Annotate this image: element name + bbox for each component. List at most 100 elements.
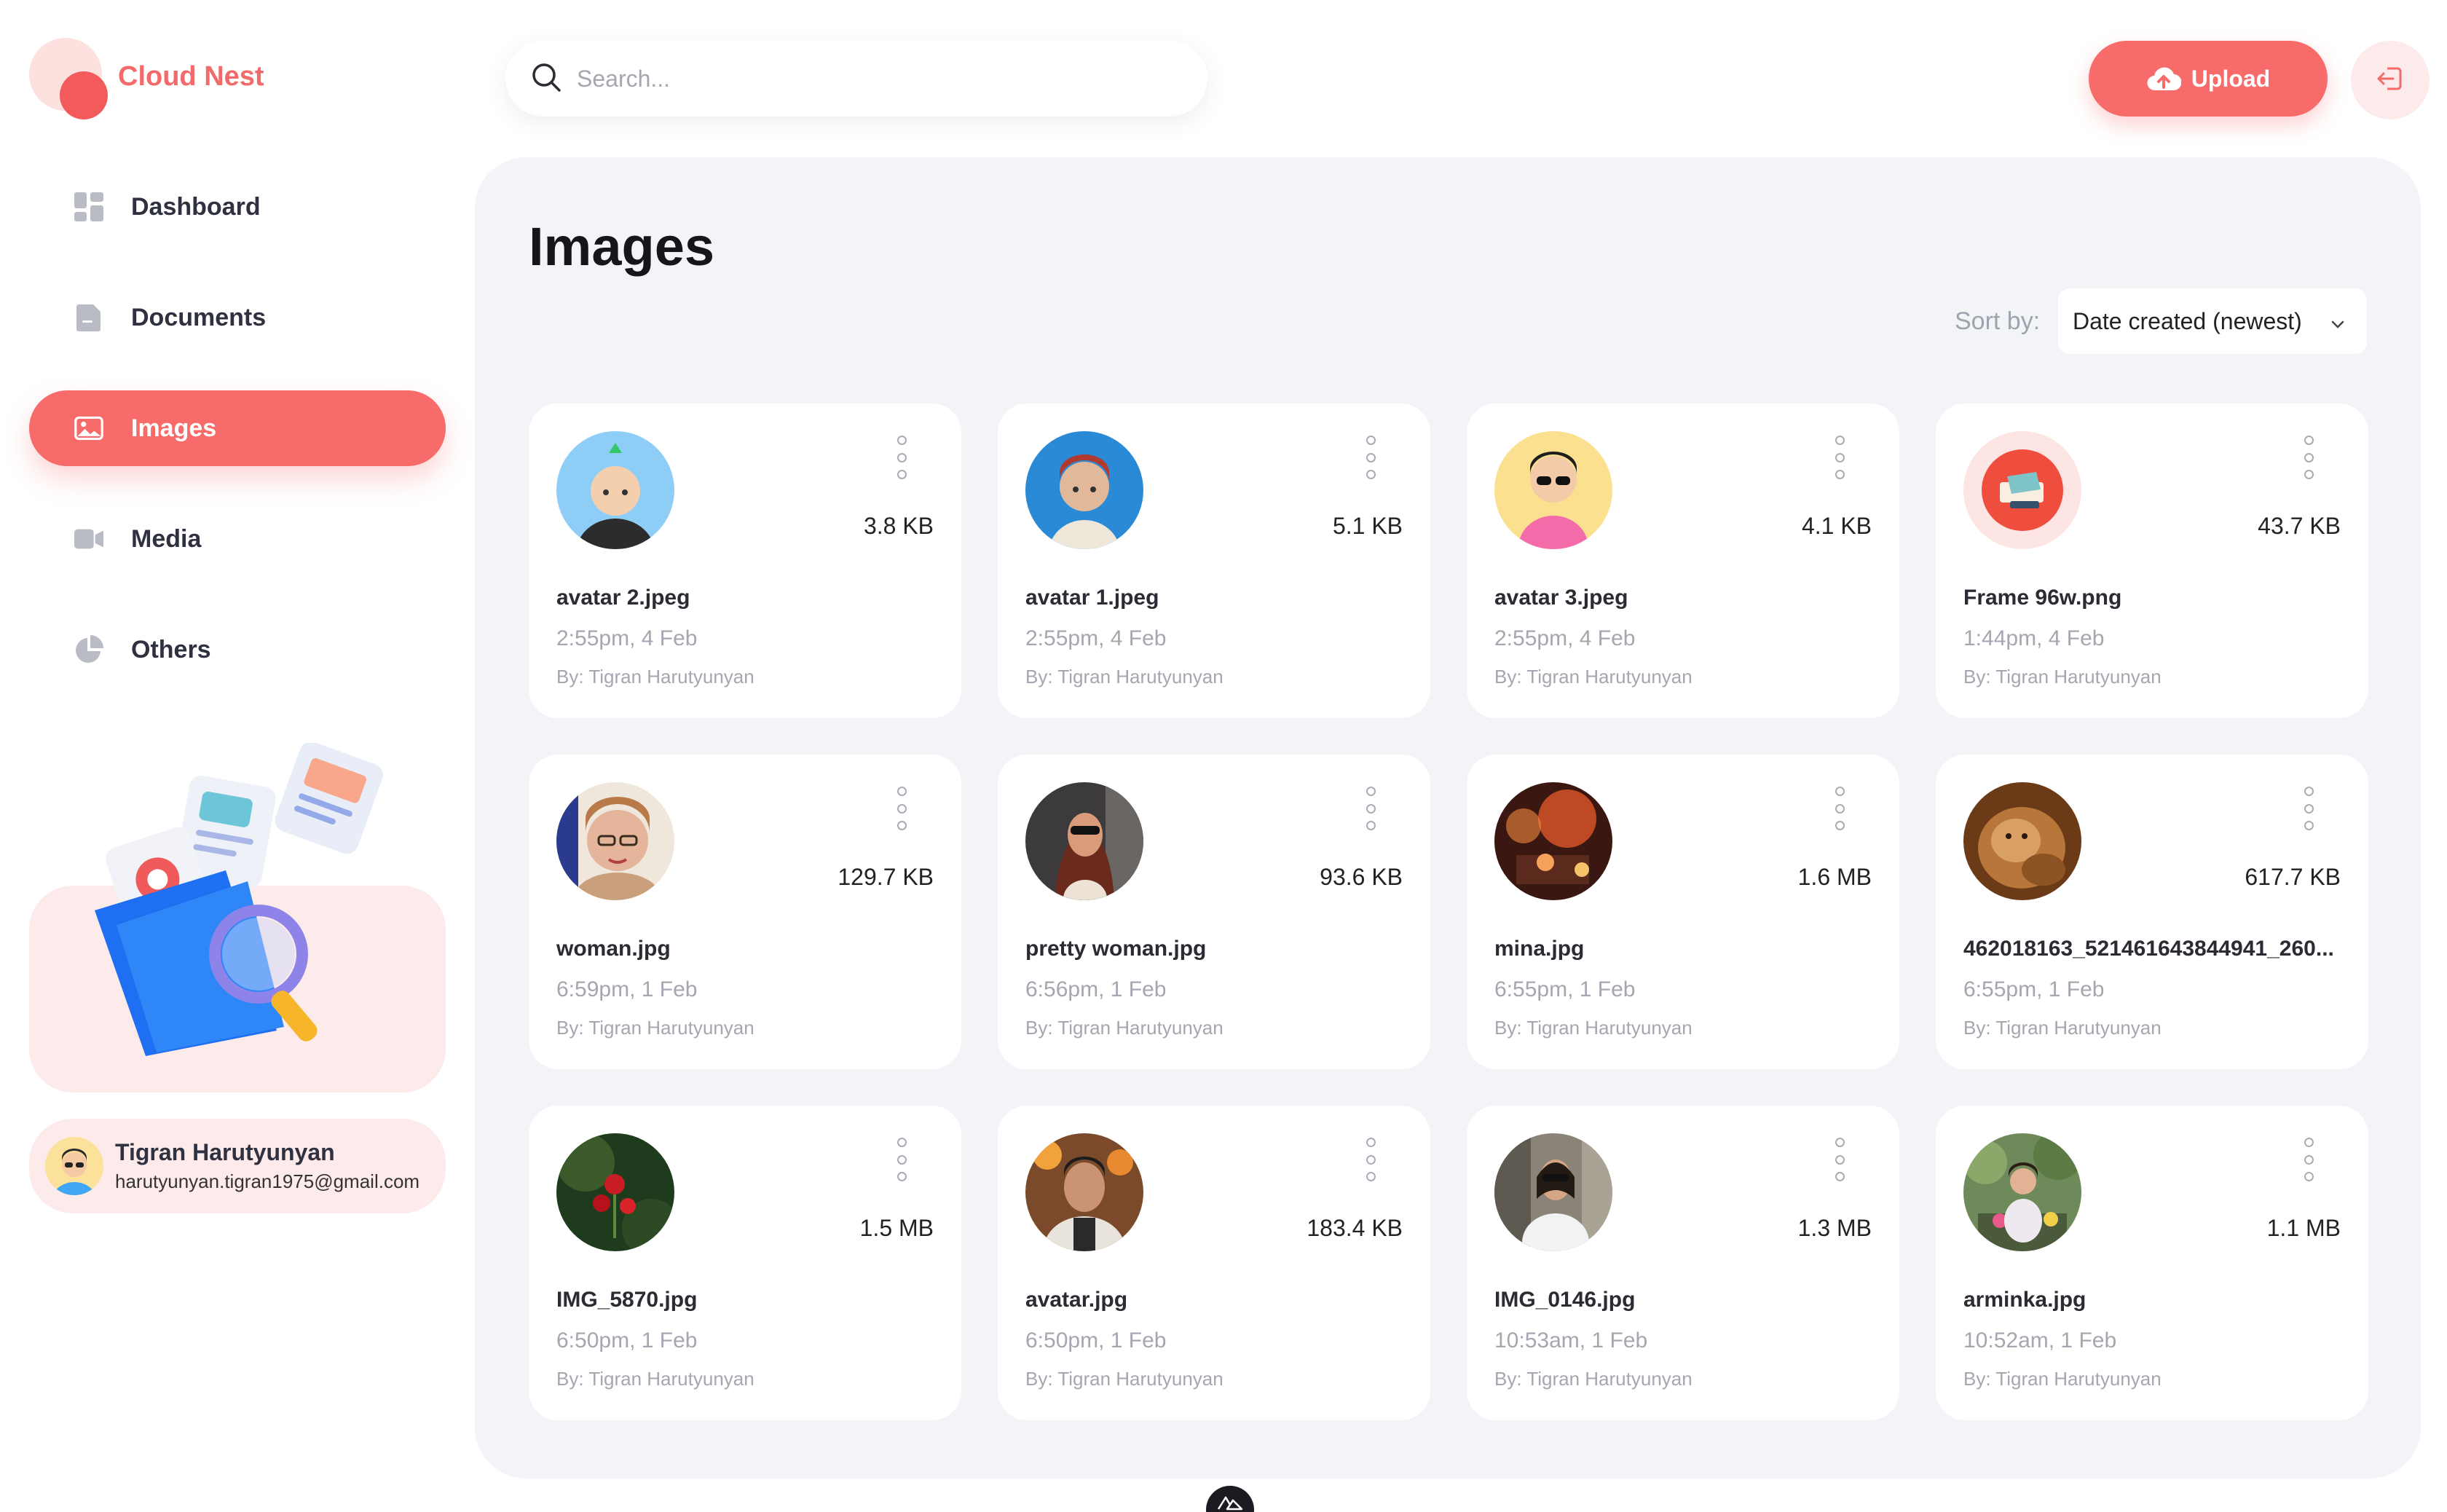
more-options-icon[interactable]: [1366, 787, 1376, 830]
image-grid: 3.8 KB avatar 2.jpeg 2:55pm, 4 Feb By: T…: [529, 403, 2368, 1420]
sidebar-item-others[interactable]: Others: [29, 612, 446, 688]
file-owner: By: Tigran Harutyunyan: [1025, 666, 1224, 688]
file-thumbnail: [556, 1133, 674, 1251]
cloud-upload-icon: [2146, 66, 2181, 92]
page-title: Images: [529, 216, 715, 277]
framework-badge-icon[interactable]: [1206, 1486, 1254, 1512]
file-date: 6:59pm, 1 Feb: [556, 977, 698, 1001]
sidebar-item-label: Media: [131, 524, 202, 553]
logo-icon: [29, 38, 117, 125]
file-owner: By: Tigran Harutyunyan: [1963, 666, 2162, 688]
file-name: 462018163_521461643844941_260...: [1963, 937, 2334, 961]
file-card[interactable]: 43.7 KB Frame 96w.png 1:44pm, 4 Feb By: …: [1936, 403, 2368, 718]
images-icon: [74, 414, 103, 443]
more-options-icon[interactable]: [1835, 1138, 1845, 1181]
file-card[interactable]: 1.3 MB IMG_0146.jpg 10:53am, 1 Feb By: T…: [1467, 1106, 1899, 1420]
sidebar-item-label: Dashboard: [131, 192, 261, 221]
file-thumbnail: [556, 782, 674, 900]
file-size: 1.1 MB: [2266, 1215, 2341, 1241]
file-owner: By: Tigran Harutyunyan: [1025, 1368, 1224, 1390]
app-name: Cloud Nest: [118, 61, 264, 92]
file-thumbnail: [1963, 431, 2081, 549]
file-card[interactable]: 4.1 KB avatar 3.jpeg 2:55pm, 4 Feb By: T…: [1467, 403, 1899, 718]
logout-button[interactable]: [2351, 41, 2430, 119]
file-name: IMG_5870.jpg: [556, 1288, 698, 1312]
file-date: 6:50pm, 1 Feb: [1025, 1328, 1167, 1352]
file-name: avatar 3.jpeg: [1494, 586, 1628, 610]
more-options-icon[interactable]: [1366, 1138, 1376, 1181]
more-options-icon[interactable]: [1835, 787, 1845, 830]
file-card[interactable]: 1.1 MB arminka.jpg 10:52am, 1 Feb By: Ti…: [1936, 1106, 2368, 1420]
file-date: 6:56pm, 1 Feb: [1025, 977, 1167, 1001]
file-owner: By: Tigran Harutyunyan: [556, 1368, 754, 1390]
file-size: 1.5 MB: [859, 1215, 934, 1241]
sidebar: Cloud Nest Dashboard Documents Images Me…: [0, 0, 473, 1512]
app-logo[interactable]: Cloud Nest: [29, 38, 393, 125]
others-icon: [74, 635, 103, 664]
file-size: 183.4 KB: [1307, 1215, 1403, 1241]
file-card[interactable]: 129.7 KB woman.jpg 6:59pm, 1 Feb By: Tig…: [529, 755, 961, 1069]
file-thumbnail: [1494, 782, 1612, 900]
file-card[interactable]: 5.1 KB avatar 1.jpeg 2:55pm, 4 Feb By: T…: [998, 403, 1430, 718]
more-options-icon[interactable]: [2304, 436, 2314, 479]
more-options-icon[interactable]: [1366, 436, 1376, 479]
file-name: avatar 2.jpeg: [556, 586, 690, 610]
file-owner: By: Tigran Harutyunyan: [556, 666, 754, 688]
file-date: 2:55pm, 4 Feb: [556, 626, 698, 650]
more-options-icon[interactable]: [1835, 436, 1845, 479]
upload-button[interactable]: Upload: [2089, 41, 2328, 117]
more-options-icon[interactable]: [897, 436, 907, 479]
file-card[interactable]: 183.4 KB avatar.jpg 6:50pm, 1 Feb By: Ti…: [998, 1106, 1430, 1420]
file-size: 3.8 KB: [863, 513, 934, 539]
more-options-icon[interactable]: [897, 1138, 907, 1181]
logout-icon: [2376, 64, 2405, 97]
file-thumbnail: [1025, 431, 1143, 549]
dashboard-icon: [74, 192, 103, 221]
search-icon: [530, 61, 562, 97]
file-name: woman.jpg: [556, 937, 671, 961]
file-card[interactable]: 93.6 KB pretty woman.jpg 6:56pm, 1 Feb B…: [998, 755, 1430, 1069]
chevron-down-icon: [2329, 312, 2346, 339]
file-thumbnail: [1963, 1133, 2081, 1251]
search-input[interactable]: [577, 65, 1174, 92]
user-profile-card[interactable]: Tigran Harutyunyan harutyunyan.tigran197…: [29, 1119, 446, 1213]
sidebar-item-documents[interactable]: Documents: [29, 280, 446, 355]
file-owner: By: Tigran Harutyunyan: [1963, 1368, 2162, 1390]
file-owner: By: Tigran Harutyunyan: [556, 1017, 754, 1039]
file-owner: By: Tigran Harutyunyan: [1494, 1017, 1693, 1039]
search-bar[interactable]: [505, 41, 1207, 117]
sidebar-item-images[interactable]: Images: [29, 390, 446, 466]
sidebar-item-media[interactable]: Media: [29, 501, 446, 577]
file-card[interactable]: 1.5 MB IMG_5870.jpg 6:50pm, 1 Feb By: Ti…: [529, 1106, 961, 1420]
file-thumbnail: [1494, 431, 1612, 549]
file-date: 6:50pm, 1 Feb: [556, 1328, 698, 1352]
avatar: [45, 1137, 103, 1195]
file-owner: By: Tigran Harutyunyan: [1025, 1017, 1224, 1039]
file-name: arminka.jpg: [1963, 1288, 2087, 1312]
file-card[interactable]: 3.8 KB avatar 2.jpeg 2:55pm, 4 Feb By: T…: [529, 403, 961, 718]
file-card[interactable]: 617.7 KB 462018163_521461643844941_260..…: [1936, 755, 2368, 1069]
file-thumbnail: [1963, 782, 2081, 900]
file-size: 1.3 MB: [1797, 1215, 1872, 1241]
sidebar-item-dashboard[interactable]: Dashboard: [29, 169, 446, 245]
file-date: 10:53am, 1 Feb: [1494, 1328, 1648, 1352]
file-name: mina.jpg: [1494, 937, 1585, 961]
file-name: Frame 96w.png: [1963, 586, 2122, 610]
file-name: avatar.jpg: [1025, 1288, 1128, 1312]
more-options-icon[interactable]: [2304, 787, 2314, 830]
file-size: 1.6 MB: [1797, 864, 1872, 890]
main-panel: Images Sort by: Date created (newest) 3.…: [475, 157, 2421, 1478]
file-date: 2:55pm, 4 Feb: [1494, 626, 1636, 650]
file-size: 93.6 KB: [1320, 864, 1403, 890]
more-options-icon[interactable]: [897, 787, 907, 830]
file-thumbnail: [1025, 782, 1143, 900]
sort-label: Sort by:: [1955, 307, 2041, 335]
sort-dropdown[interactable]: Date created (newest): [2058, 288, 2367, 354]
more-options-icon[interactable]: [2304, 1138, 2314, 1181]
file-card[interactable]: 1.6 MB mina.jpg 6:55pm, 1 Feb By: Tigran…: [1467, 755, 1899, 1069]
file-date: 2:55pm, 4 Feb: [1025, 626, 1167, 650]
media-icon: [74, 524, 103, 554]
file-owner: By: Tigran Harutyunyan: [1963, 1017, 2162, 1039]
file-thumbnail: [1025, 1133, 1143, 1251]
file-name: avatar 1.jpeg: [1025, 586, 1159, 610]
